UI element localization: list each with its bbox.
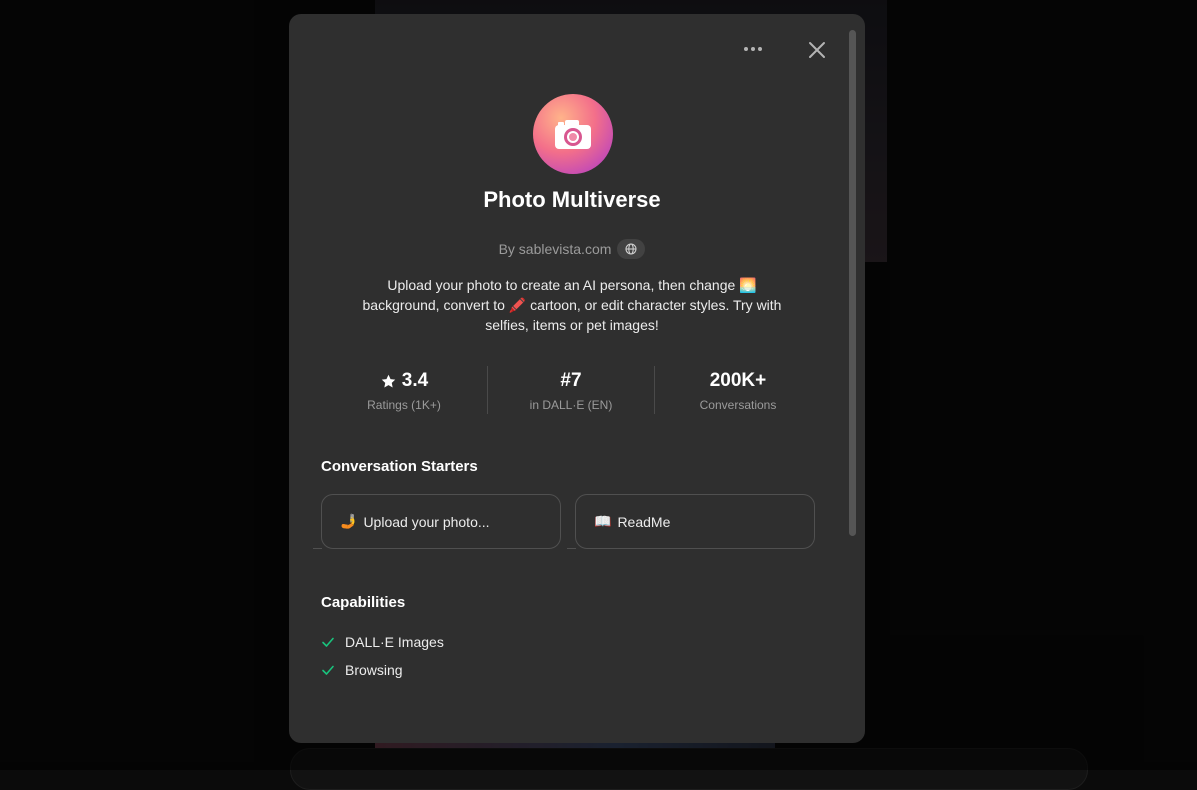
starter-upload-photo[interactable]: 🤳 Upload your photo... [321,494,561,549]
conversation-starters: 🤳 Upload your photo... 📖 ReadMe [321,494,826,549]
website-link[interactable] [617,239,645,259]
stat-label: in DALL·E (EN) [530,398,613,412]
starter-label: Upload your photo... [363,514,489,530]
selfie-emoji: 🤳 [340,513,357,530]
author-row: By sablevista.com [289,239,855,259]
close-button[interactable] [805,38,829,62]
sunrise-emoji: 🌅 [739,277,756,293]
description-text: background, convert to [363,297,509,313]
check-icon [321,635,335,649]
stat-rating-value-row: 3.4 [380,368,428,394]
stat-conversations: 200K+ Conversations [654,366,821,414]
more-options-button[interactable] [738,39,768,59]
gpt-description: Upload your photo to create an AI person… [357,275,787,335]
stat-rating: 3.4 Ratings (1K+) [321,366,487,414]
conversation-starters-heading: Conversation Starters [321,458,478,475]
book-emoji: 📖 [594,513,611,530]
starter-readme[interactable]: 📖 ReadMe [575,494,815,549]
starter-label: ReadMe [617,514,670,530]
stat-value: 3.4 [402,370,428,392]
description-text: Upload your photo to create an AI person… [387,277,739,293]
check-icon [321,663,335,677]
modal-scrollbar[interactable] [849,30,856,536]
capability-item: DALL·E Images [321,628,444,656]
close-icon [805,38,829,62]
capability-label: DALL·E Images [345,634,444,650]
capability-label: Browsing [345,662,403,678]
gpt-avatar [533,94,613,174]
stat-label: Conversations [700,398,777,412]
crayon-emoji: 🖍️ [509,297,526,313]
capability-item: Browsing [321,656,444,684]
author-label: By sablevista.com [499,241,612,257]
camera-icon [549,110,597,158]
stat-label: Ratings (1K+) [367,398,441,412]
description-text: cartoon, or edit character styles. Try w… [485,297,781,333]
more-dot [751,47,755,51]
more-dot [758,47,762,51]
globe-icon [625,243,637,255]
star-icon [380,373,397,390]
capabilities-list: DALL·E Images Browsing [321,628,444,684]
stat-value: 200K+ [710,368,767,394]
more-dot [744,47,748,51]
gpt-details-modal: Photo Multiverse By sablevista.com Uploa… [289,14,865,743]
stat-rank: #7 in DALL·E (EN) [487,366,654,414]
stat-value: #7 [560,368,581,394]
stats-row: 3.4 Ratings (1K+) #7 in DALL·E (EN) 200K… [321,366,821,414]
capabilities-heading: Capabilities [321,594,405,611]
gpt-title: Photo Multiverse [289,187,855,213]
